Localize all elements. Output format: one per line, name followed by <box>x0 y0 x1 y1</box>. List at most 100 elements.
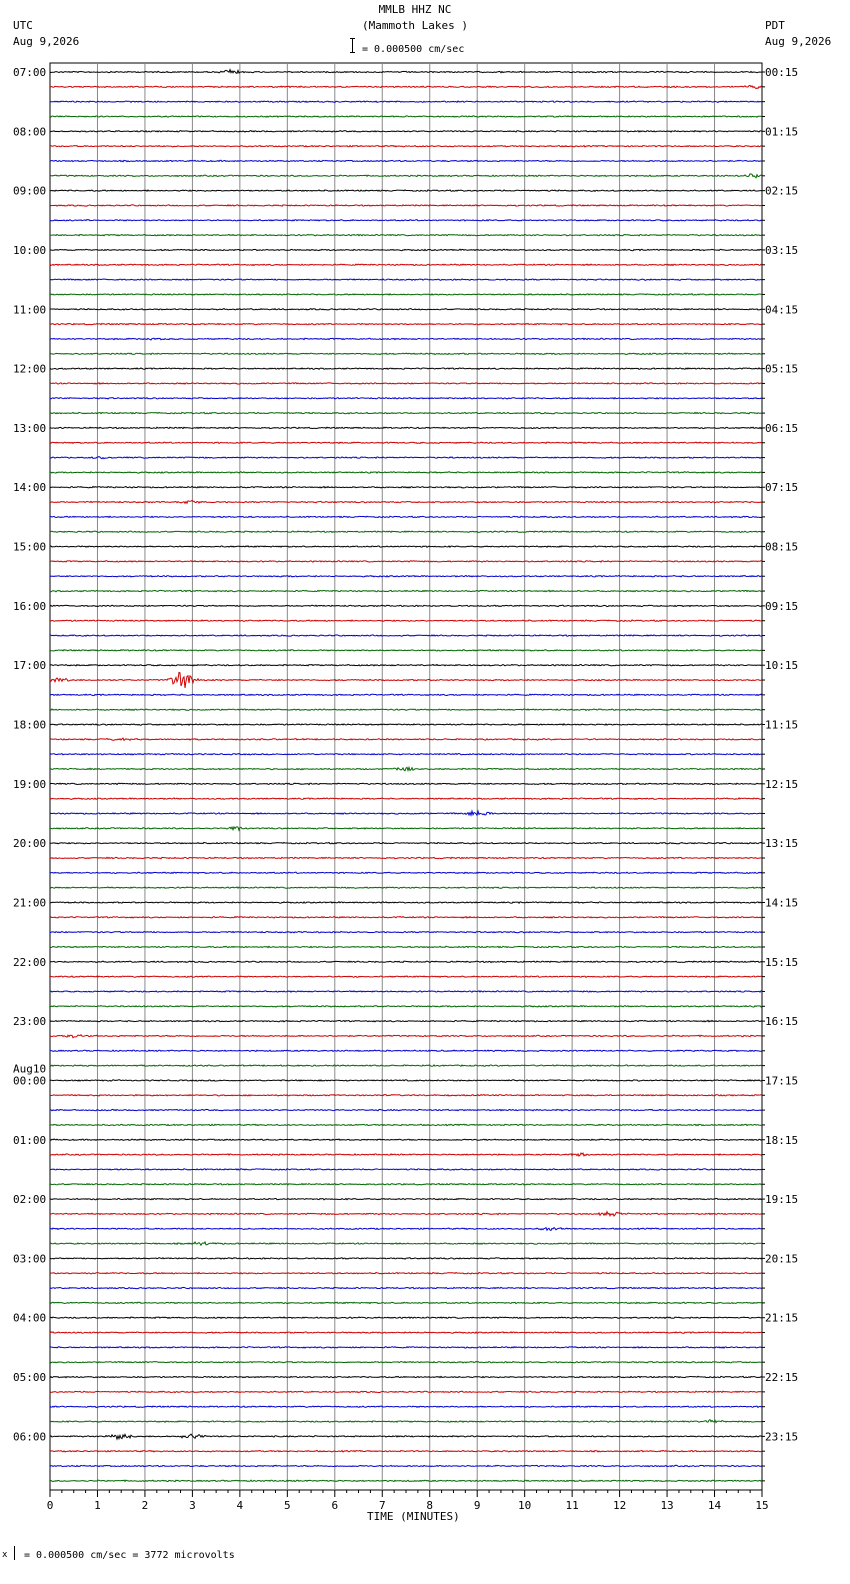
trace-line <box>49 278 763 282</box>
left-hour-label: 07:00 <box>13 66 46 79</box>
trace-line <box>49 737 763 742</box>
trace-line <box>49 809 763 817</box>
right-hour-label: 06:15 <box>765 422 798 435</box>
trace-line <box>49 426 763 430</box>
trace-line <box>49 871 763 875</box>
trace-line <box>49 129 763 133</box>
right-hour-label: 00:15 <box>765 66 798 79</box>
trace-line <box>49 765 763 773</box>
trace-line <box>49 723 763 726</box>
trace-line <box>49 204 763 207</box>
trace-line <box>49 248 763 252</box>
right-hour-label: 16:15 <box>765 1015 798 1028</box>
scale-text: = 0.000500 cm/sec <box>362 44 465 55</box>
left-hour-label: 15:00 <box>13 541 46 554</box>
trace-line <box>49 1405 762 1409</box>
trace-line <box>49 1182 763 1186</box>
x-tick-label: 13 <box>660 1499 673 1512</box>
x-tick-label: 6 <box>331 1499 338 1512</box>
trace-line <box>49 100 763 104</box>
x-tick-label: 2 <box>142 1499 149 1512</box>
trace-line <box>49 604 763 608</box>
trace-line <box>49 352 763 356</box>
trace-line <box>49 1316 763 1320</box>
left-hour-label: 22:00 <box>13 956 46 969</box>
right-hour-label: 21:15 <box>765 1312 798 1325</box>
trace-line <box>49 1449 763 1453</box>
trace-line <box>49 1286 763 1290</box>
trace-line <box>49 530 763 534</box>
trace-line <box>49 1375 763 1379</box>
right-hour-label: 11:15 <box>765 719 798 732</box>
left-hour-label: 04:00 <box>13 1312 46 1325</box>
trace-line <box>49 515 763 519</box>
trace-line <box>49 1345 763 1349</box>
left-hour-label: 09:00 <box>13 185 46 198</box>
x-tick-label: 3 <box>189 1499 196 1512</box>
footer-scale-text: = 0.000500 cm/sec = 3772 microvolts <box>24 1550 235 1561</box>
trace-line <box>49 1390 763 1394</box>
right-date: Aug 9,2026 <box>765 35 832 48</box>
trace-line <box>49 634 763 637</box>
trace-line <box>49 396 763 400</box>
right-timezone: PDT <box>765 19 785 32</box>
left-hour-label: 18:00 <box>13 719 46 732</box>
trace-line <box>49 471 763 474</box>
trace-line <box>50 841 763 845</box>
trace-line <box>49 975 763 979</box>
left-hour-label: 17:00 <box>13 659 46 672</box>
trace-line <box>49 945 763 949</box>
left-hour-label: 20:00 <box>13 837 46 850</box>
helicorder-plot: 0 1 2 3 4 5 6 7 8 9 10 11 12 13 14 1507:0008:0009:0010:… <box>13 62 798 1512</box>
left-date: Aug 9,2026 <box>13 35 80 48</box>
right-hour-label: 09:15 <box>765 600 798 613</box>
trace-line <box>49 1226 763 1232</box>
trace-line <box>49 1152 763 1157</box>
left-hour-label: 01:00 <box>13 1134 46 1147</box>
left-hour-label: 23:00 <box>13 1015 46 1028</box>
footer-scale-bar-icon <box>14 1546 15 1560</box>
trace-line <box>49 648 763 652</box>
right-hour-label: 12:15 <box>765 778 798 791</box>
trace-line <box>49 990 762 993</box>
right-hour-label: 03:15 <box>765 244 798 257</box>
trace-line <box>49 1464 763 1468</box>
right-hour-label: 22:15 <box>765 1371 798 1384</box>
trace-line <box>49 1433 763 1441</box>
trace-line <box>49 322 763 326</box>
trace-line <box>49 797 763 801</box>
trace-line <box>50 1123 763 1127</box>
trace-line <box>49 499 763 505</box>
trace-line <box>49 263 763 267</box>
trace-line <box>49 1210 763 1218</box>
left-hour-label: 00:00 <box>13 1074 46 1087</box>
trace-line <box>49 1197 763 1201</box>
x-tick-label: 14 <box>708 1499 722 1512</box>
trace-line <box>49 233 763 237</box>
trace-line <box>49 1331 762 1334</box>
trace-line <box>49 1033 763 1039</box>
footer-prefix: x <box>2 1550 8 1560</box>
trace-line <box>49 960 763 964</box>
trace-line <box>49 84 763 90</box>
trace-line <box>50 1004 763 1008</box>
left-hour-label: 08:00 <box>13 125 46 138</box>
left-hour-label: 03:00 <box>13 1252 46 1265</box>
trace-line <box>49 901 763 904</box>
trace-line <box>49 218 763 222</box>
trace-line <box>49 307 763 311</box>
trace-line <box>49 574 763 578</box>
x-tick-label: 4 <box>237 1499 244 1512</box>
trace-line <box>49 189 763 192</box>
trace-line <box>49 1168 763 1171</box>
right-hour-label: 10:15 <box>765 659 798 672</box>
trace-line <box>49 752 763 756</box>
trace-line <box>49 825 763 832</box>
trace-line <box>49 1271 763 1275</box>
trace-line <box>49 1256 763 1260</box>
plot-frame <box>49 62 763 1491</box>
scale-bar-cap-icon <box>350 38 355 39</box>
trace-line <box>49 1419 763 1424</box>
right-hour-label: 05:15 <box>765 363 798 376</box>
trace-line <box>49 589 763 593</box>
